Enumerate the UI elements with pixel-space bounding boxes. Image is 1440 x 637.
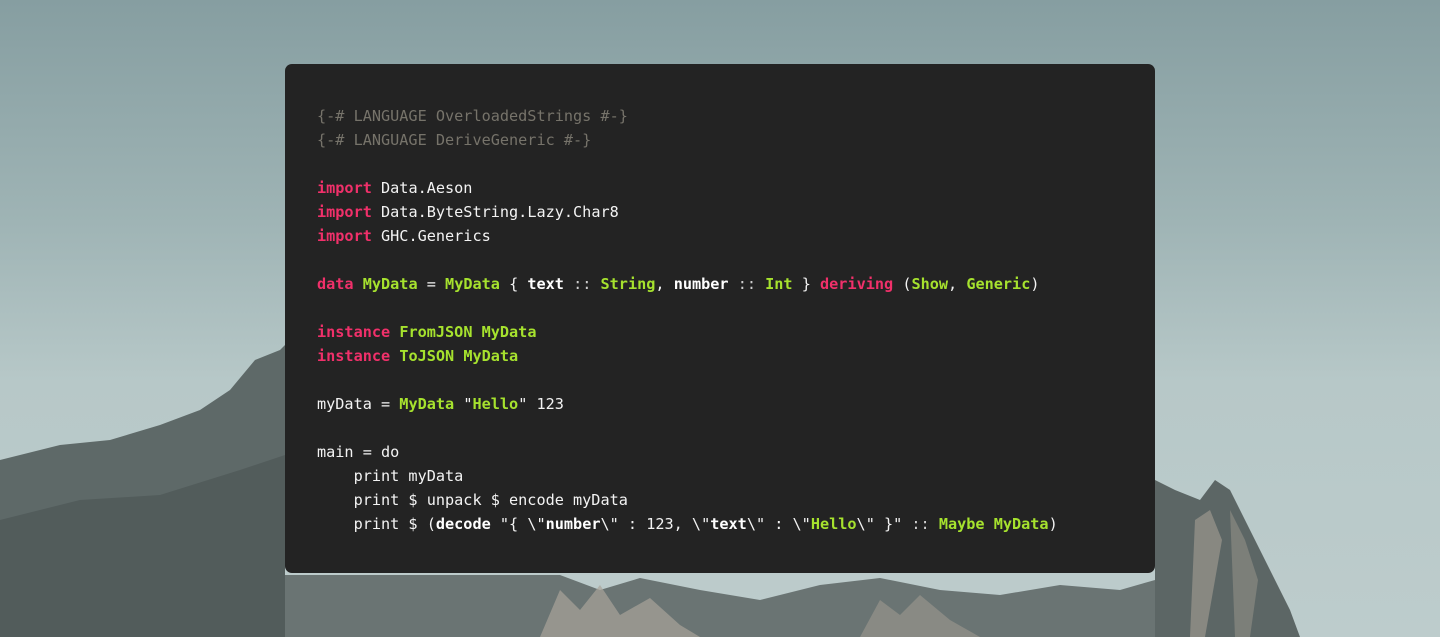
code-token: ( <box>893 275 912 293</box>
code-token: ) <box>1030 275 1040 293</box>
code-token: String <box>600 275 656 293</box>
code-token: GHC.Generics <box>371 227 491 245</box>
code-token: , <box>655 275 674 293</box>
code-token: :: <box>728 275 766 293</box>
code-line: {-# LANGUAGE DeriveGeneric #-} <box>317 128 1123 152</box>
code-line: print myData <box>317 464 1123 488</box>
code-token: MyData <box>362 275 418 293</box>
code-token: :: <box>902 515 939 533</box>
code-token: } <box>792 275 821 293</box>
code-line: print $ unpack $ encode myData <box>317 488 1123 512</box>
code-token: main = do <box>317 443 400 461</box>
code-token: FromJSON MyData <box>399 323 537 341</box>
code-token: text <box>527 275 564 293</box>
code-token: , <box>948 275 967 293</box>
code-line: {-# LANGUAGE OverloadedStrings #-} <box>317 104 1123 128</box>
code-window: {-# LANGUAGE OverloadedStrings #-} {-# LA… <box>285 64 1155 573</box>
code-line: import GHC.Generics <box>317 224 1123 248</box>
code-token: text <box>710 515 747 533</box>
code-token: deriving <box>820 275 894 293</box>
code-token: Generic <box>966 275 1031 293</box>
code-token: = <box>417 275 446 293</box>
code-token: Data.Aeson <box>371 179 473 197</box>
code-token: import <box>317 179 372 197</box>
code-token: Maybe MyData <box>938 515 1049 533</box>
code-line: main = do <box>317 440 1123 464</box>
code-token: instance <box>317 347 391 365</box>
code-token: Hello <box>810 515 857 533</box>
code-line: data MyData = MyData { text :: String, n… <box>317 272 1123 296</box>
code-token: instance <box>317 323 391 341</box>
code-token: print $ unpack $ encode myData <box>317 491 628 509</box>
code-token: ) <box>1048 515 1058 533</box>
code-token: Int <box>765 275 793 293</box>
code-line: instance FromJSON MyData <box>317 320 1123 344</box>
code-token: {-# LANGUAGE OverloadedStrings #-} <box>317 107 628 125</box>
code-token: import <box>317 203 372 221</box>
code-token: { <box>499 275 528 293</box>
code-token: Data.ByteString.Lazy.Char8 <box>371 203 619 221</box>
code-line: myData = MyData "Hello" 123 <box>317 392 1123 416</box>
code-token: ToJSON MyData <box>399 347 519 365</box>
code-token: Hello <box>472 395 519 413</box>
code-token: "{ \" <box>490 515 546 533</box>
code-token: :: <box>563 275 601 293</box>
code-token: myData = <box>317 395 400 413</box>
code-token: \" : 123, \" <box>600 515 711 533</box>
code-token: " 123 <box>518 395 564 413</box>
code-token: MyData <box>445 275 500 293</box>
code-token: " <box>454 395 473 413</box>
code-token: print myData <box>317 467 464 485</box>
code-line: instance ToJSON MyData <box>317 344 1123 368</box>
code-token: import <box>317 227 372 245</box>
code-token: data <box>317 275 354 293</box>
code-line: print $ (decode "{ \"number\" : 123, \"t… <box>317 512 1123 536</box>
code-block: {-# LANGUAGE OverloadedStrings #-} {-# LA… <box>317 104 1123 536</box>
code-token: Show <box>911 275 949 293</box>
code-token: {-# LANGUAGE DeriveGeneric #-} <box>317 131 592 149</box>
code-token: number <box>545 515 601 533</box>
code-token: MyData <box>399 395 455 413</box>
code-token: \" : \" <box>746 515 811 533</box>
code-token: \" }" <box>856 515 903 533</box>
code-token: decode <box>435 515 491 533</box>
code-line: import Data.Aeson <box>317 176 1123 200</box>
code-token: print $ ( <box>317 515 436 533</box>
code-token: number <box>673 275 729 293</box>
code-line: import Data.ByteString.Lazy.Char8 <box>317 200 1123 224</box>
